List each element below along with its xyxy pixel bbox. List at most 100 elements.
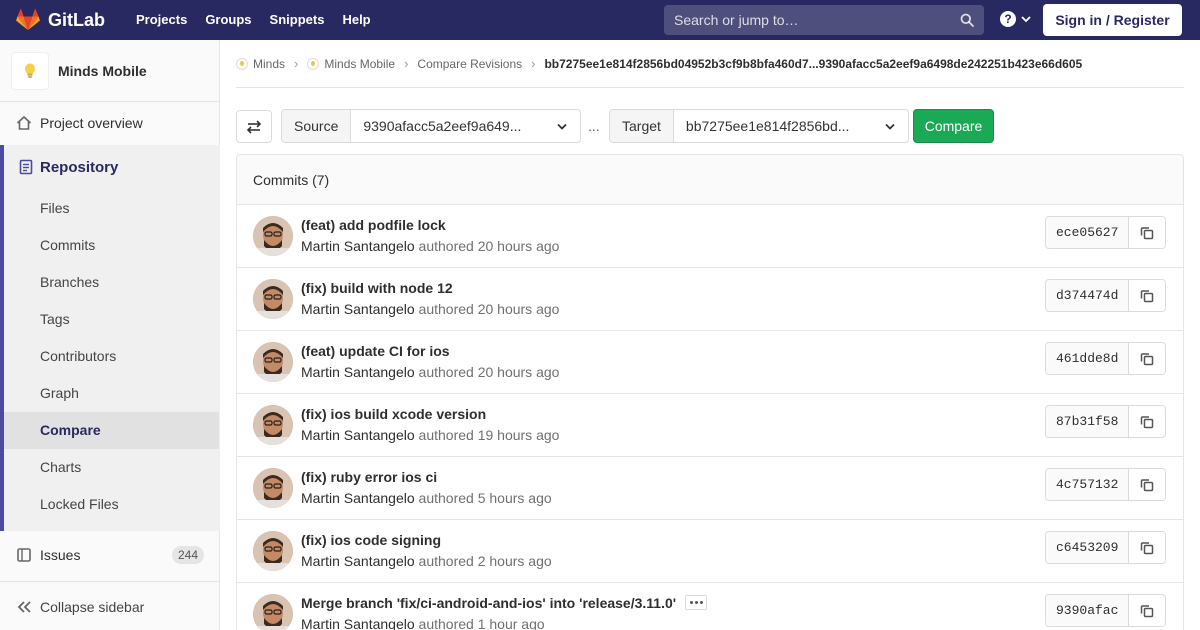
author-avatar[interactable] bbox=[253, 594, 293, 630]
copy-sha-button[interactable] bbox=[1129, 406, 1166, 437]
sidebar-item-branches[interactable]: Branches bbox=[40, 274, 99, 290]
target-label: Target bbox=[610, 110, 674, 142]
nav-snippets[interactable]: Snippets bbox=[261, 0, 334, 40]
commit-sha[interactable]: 461dde8d bbox=[1046, 343, 1130, 374]
commit-title[interactable]: (fix) build with node 12 bbox=[301, 280, 453, 296]
commit-time: 20 hours ago bbox=[477, 238, 560, 254]
commit-author[interactable]: Martin Santangelo bbox=[301, 553, 415, 569]
commit-sha[interactable]: 9390afac bbox=[1046, 595, 1130, 626]
expand-commit-message-button[interactable] bbox=[685, 594, 708, 610]
sidebar-item-charts[interactable]: Charts bbox=[40, 459, 81, 475]
breadcrumb-item-compare[interactable]: Compare Revisions bbox=[417, 57, 522, 71]
collapse-sidebar-label: Collapse sidebar bbox=[40, 599, 145, 615]
compare-button[interactable]: Compare bbox=[913, 109, 994, 143]
breadcrumb-item-project[interactable]: Minds Mobile bbox=[307, 57, 395, 71]
sidebar-item-commits[interactable]: Commits bbox=[40, 237, 95, 253]
swap-revisions-button[interactable] bbox=[236, 110, 272, 143]
commit-meta: Martin Santangelo authored 1 hour ago bbox=[301, 616, 545, 630]
avatar-image-icon bbox=[253, 405, 293, 445]
commit-time: 19 hours ago bbox=[477, 427, 560, 443]
nav-groups[interactable]: Groups bbox=[196, 0, 260, 40]
source-revision-dropdown[interactable]: 9390afacc5a2eef9a649... bbox=[351, 110, 580, 142]
commit-sha-group: ece05627 bbox=[1045, 216, 1167, 249]
copy-sha-button[interactable] bbox=[1129, 280, 1166, 311]
commit-title[interactable]: (fix) ios build xcode version bbox=[301, 406, 486, 422]
commit-title[interactable]: (feat) add podfile lock bbox=[301, 217, 446, 233]
commit-sha[interactable]: 4c757132 bbox=[1046, 469, 1130, 500]
avatar-image-icon bbox=[253, 216, 293, 256]
commits-header: Commits (7) bbox=[237, 155, 1183, 205]
commit-sha-group: d374474d bbox=[1045, 279, 1167, 312]
avatar-image-icon bbox=[253, 531, 293, 571]
copy-sha-button[interactable] bbox=[1129, 532, 1166, 563]
commit-author[interactable]: Martin Santangelo bbox=[301, 490, 415, 506]
commit-sha[interactable]: ece05627 bbox=[1046, 217, 1130, 248]
commit-row: (feat) update CI for ios Martin Santange… bbox=[237, 331, 1183, 394]
breadcrumb: Minds › Minds Mobile › Compare Revisions… bbox=[236, 56, 1082, 71]
divider bbox=[236, 87, 1184, 88]
commit-sha-group: 87b31f58 bbox=[1045, 405, 1167, 438]
project-name: Minds Mobile bbox=[58, 62, 147, 79]
sidebar-item-graph[interactable]: Graph bbox=[40, 385, 79, 401]
commit-sha-group: 4c757132 bbox=[1045, 468, 1167, 501]
target-revision-group: Target bb7275ee1e814f2856bd... bbox=[609, 109, 909, 143]
commit-sha[interactable]: c6453209 bbox=[1046, 532, 1130, 563]
commit-sha[interactable]: d374474d bbox=[1046, 280, 1130, 311]
author-avatar[interactable] bbox=[253, 405, 293, 445]
gitlab-home-link[interactable]: GitLab bbox=[16, 0, 105, 40]
author-avatar[interactable] bbox=[253, 216, 293, 256]
commit-time: 2 hours ago bbox=[477, 553, 552, 569]
sidebar-item-overview[interactable]: Project overview bbox=[0, 113, 220, 133]
copy-icon bbox=[1141, 289, 1154, 302]
commit-title[interactable]: (feat) update CI for ios bbox=[301, 343, 450, 359]
author-avatar[interactable] bbox=[253, 468, 293, 508]
sidebar-item-files[interactable]: Files bbox=[40, 200, 70, 216]
nav-help[interactable]: Help bbox=[333, 0, 379, 40]
sidebar-item-tags[interactable]: Tags bbox=[40, 311, 70, 327]
sidebar-item-compare[interactable]: Compare bbox=[40, 422, 101, 438]
target-revision-dropdown[interactable]: bb7275ee1e814f2856bd... bbox=[673, 110, 908, 142]
copy-sha-button[interactable] bbox=[1129, 343, 1166, 374]
copy-sha-button[interactable] bbox=[1129, 469, 1166, 500]
breadcrumb-current[interactable]: bb7275ee1e814f2856bd04952b3cf9b8bfa460d7… bbox=[544, 57, 1082, 71]
author-avatar[interactable] bbox=[253, 342, 293, 382]
sidebar-item-issues[interactable]: Issues 244 bbox=[0, 545, 220, 565]
breadcrumb-item-group[interactable]: Minds bbox=[236, 57, 285, 71]
commit-author[interactable]: Martin Santangelo bbox=[301, 364, 415, 380]
commit-author[interactable]: Martin Santangelo bbox=[301, 427, 415, 443]
commit-title-wrap: (feat) add podfile lock bbox=[301, 217, 446, 233]
copy-icon bbox=[1141, 604, 1154, 617]
nav-projects[interactable]: Projects bbox=[127, 0, 196, 40]
commit-title-wrap: Merge branch 'fix/ci-android-and-ios' in… bbox=[301, 594, 708, 612]
project-sidebar: Minds Mobile Project overview Repository… bbox=[0, 40, 220, 630]
search-input[interactable] bbox=[664, 5, 944, 35]
help-dropdown[interactable]: ? bbox=[1000, 11, 1032, 27]
copy-sha-button[interactable] bbox=[1129, 595, 1166, 626]
author-avatar[interactable] bbox=[253, 279, 293, 319]
commit-title[interactable]: (fix) ruby error ios ci bbox=[301, 469, 437, 485]
search-icon[interactable] bbox=[960, 13, 974, 27]
commit-title-wrap: (fix) build with node 12 bbox=[301, 280, 453, 296]
copy-sha-button[interactable] bbox=[1129, 217, 1166, 248]
sign-in-button[interactable]: Sign in / Register bbox=[1043, 4, 1182, 36]
commit-sha[interactable]: 87b31f58 bbox=[1046, 406, 1130, 437]
collapse-sidebar-button[interactable]: Collapse sidebar bbox=[0, 581, 219, 630]
issues-icon bbox=[17, 548, 31, 562]
top-navbar: GitLab Projects Groups Snippets Help ? S… bbox=[0, 0, 1200, 40]
project-header[interactable]: Minds Mobile bbox=[0, 40, 219, 102]
commit-row: (fix) ruby error ios ci Martin Santangel… bbox=[237, 457, 1183, 520]
nav-links: Projects Groups Snippets Help bbox=[127, 0, 380, 40]
sidebar-item-repository[interactable]: Repository bbox=[0, 157, 220, 177]
commit-meta: Martin Santangelo authored 5 hours ago bbox=[301, 490, 552, 506]
sidebar-item-locked-files[interactable]: Locked Files bbox=[40, 496, 119, 512]
sidebar-item-contributors[interactable]: Contributors bbox=[40, 348, 116, 364]
commit-sha-group: 9390afac bbox=[1045, 594, 1167, 627]
commit-title[interactable]: (fix) ios code signing bbox=[301, 532, 441, 548]
commit-author[interactable]: Martin Santangelo bbox=[301, 238, 415, 254]
ellipsis-dot-icon bbox=[689, 600, 693, 604]
commit-author[interactable]: Martin Santangelo bbox=[301, 301, 415, 317]
author-avatar[interactable] bbox=[253, 531, 293, 571]
commit-title[interactable]: Merge branch 'fix/ci-android-and-ios' in… bbox=[301, 595, 676, 611]
commit-author[interactable]: Martin Santangelo bbox=[301, 616, 415, 630]
gitlab-logo-icon bbox=[16, 9, 40, 30]
